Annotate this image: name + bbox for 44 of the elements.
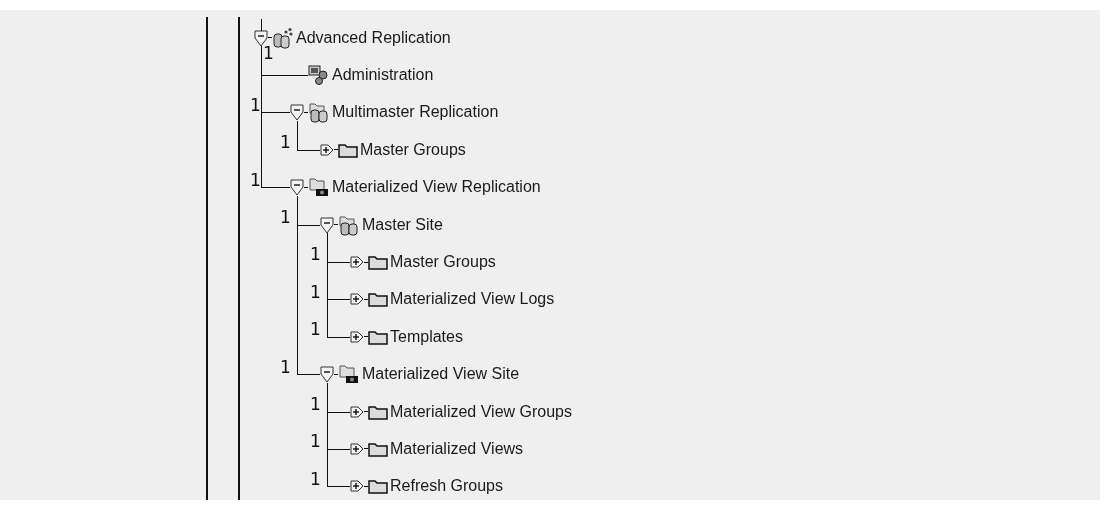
collapse-icon[interactable]	[290, 178, 304, 197]
collapse-icon[interactable]	[320, 365, 334, 384]
folder-camera-icon	[308, 176, 330, 199]
collapse-icon[interactable]	[290, 103, 304, 122]
tree-item-label[interactable]: Master Groups	[360, 137, 466, 162]
tree-item-label[interactable]: Refresh Groups	[390, 474, 503, 499]
tree-item-label[interactable]: Templates	[390, 324, 463, 349]
tree-item-label[interactable]: Multimaster Replication	[332, 100, 499, 125]
tree-item-label[interactable]: Master Groups	[390, 250, 496, 275]
databases-icon	[272, 26, 294, 49]
tree-item-label[interactable]: Materialized View Groups	[390, 399, 572, 424]
tree-item-label[interactable]: Administration	[332, 63, 434, 88]
folder-icon	[368, 403, 388, 420]
expand-icon[interactable]	[350, 440, 364, 458]
tree-item-label[interactable]: Materialized View Site	[362, 362, 520, 387]
callout-number: 1	[310, 283, 321, 301]
folder-icon	[338, 141, 358, 158]
callout-number: 1	[310, 246, 321, 264]
callout-number: 1	[250, 96, 261, 114]
folder-icon	[368, 254, 388, 271]
tree-item-label[interactable]: Materialized View Replication	[332, 175, 541, 200]
callout-number: 1	[280, 134, 291, 152]
callout-number: 1	[310, 321, 321, 339]
folder-icon	[368, 328, 388, 345]
collapse-icon[interactable]	[320, 215, 334, 234]
callout-number: 1	[280, 208, 291, 226]
computer-gears-icon	[308, 65, 330, 86]
database-folder-icon	[308, 101, 330, 124]
tree-item-label[interactable]: Master Site	[362, 212, 443, 237]
tree-item-label[interactable]: Advanced Replication	[296, 25, 451, 50]
collapse-icon[interactable]	[254, 28, 268, 47]
callout-number: 1	[310, 395, 321, 413]
callout-number: 1	[310, 433, 321, 451]
tree-item-label[interactable]: Materialized View Logs	[390, 287, 555, 312]
callout-number: 1	[250, 171, 261, 189]
callout-number: 1	[263, 45, 274, 62]
tree-item-label[interactable]: Materialized Views	[390, 437, 524, 461]
folder-icon	[368, 441, 388, 457]
database-folder-icon	[338, 213, 360, 236]
callout-number: 1	[280, 358, 291, 376]
folder-camera-icon	[338, 363, 360, 386]
folder-icon	[368, 291, 388, 308]
callout-number: 1	[310, 470, 321, 488]
folder-icon	[368, 478, 388, 495]
